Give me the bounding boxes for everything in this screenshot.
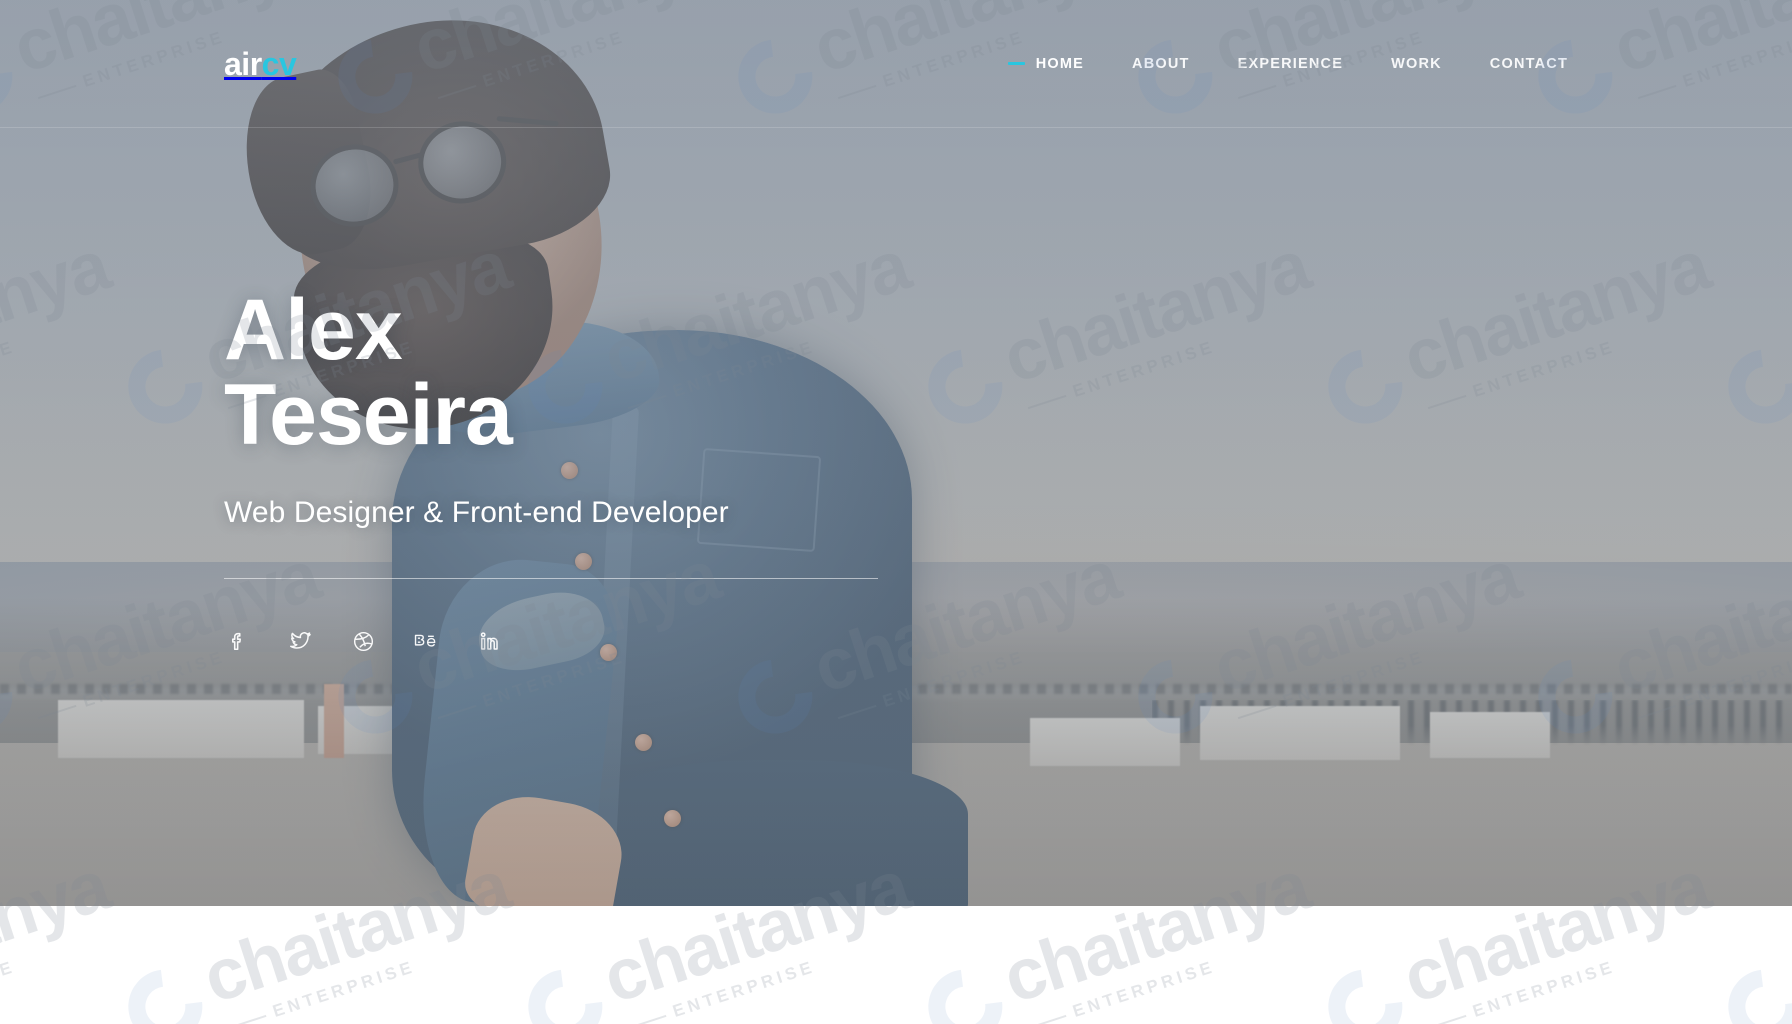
logo-text-accent: cv bbox=[261, 45, 297, 82]
facebook-icon bbox=[226, 630, 248, 652]
dribbble-icon bbox=[352, 630, 375, 653]
nav-item-about[interactable]: ABOUT bbox=[1132, 46, 1190, 82]
social-links bbox=[224, 627, 1124, 655]
logo-text-primary: air bbox=[224, 45, 262, 82]
hero-title-line-2: Teseira bbox=[224, 367, 513, 464]
social-link-dribbble[interactable] bbox=[349, 627, 377, 655]
nav-item-contact[interactable]: CONTACT bbox=[1490, 46, 1568, 82]
hero-title: Alex Teseira bbox=[224, 282, 1124, 464]
twitter-icon bbox=[288, 629, 312, 653]
nav-item-label: EXPERIENCE bbox=[1237, 55, 1344, 72]
nav-item-label: WORK bbox=[1391, 55, 1442, 72]
hero-subtitle: Web Designer & Front-end Developer bbox=[224, 496, 729, 530]
page-root: Alex Teseira Web Designer & Front-end De… bbox=[0, 0, 1792, 1024]
nav-item-work[interactable]: WORK bbox=[1391, 46, 1442, 82]
hero-title-line-1: Alex bbox=[224, 282, 403, 378]
social-link-facebook[interactable] bbox=[223, 627, 251, 655]
hero-divider bbox=[224, 578, 878, 580]
nav-item-experience[interactable]: EXPERIENCE bbox=[1238, 46, 1343, 82]
nav-item-label: ABOUT bbox=[1132, 55, 1190, 72]
social-link-behance[interactable] bbox=[412, 627, 440, 655]
active-indicator-dash bbox=[1007, 62, 1025, 65]
linkedin-icon bbox=[479, 631, 500, 652]
main-navigation: HOME ABOUT EXPERIENCE WORK CONTACT bbox=[960, 46, 1568, 82]
nav-item-label: HOME bbox=[1035, 55, 1085, 72]
hero-content: Alex Teseira Web Designer & Front-end De… bbox=[224, 282, 1124, 655]
next-section bbox=[0, 906, 1792, 1024]
social-link-linkedin[interactable] bbox=[475, 627, 503, 655]
social-link-twitter[interactable] bbox=[286, 627, 314, 655]
site-logo[interactable]: aircv bbox=[224, 45, 297, 82]
nav-item-label: CONTACT bbox=[1489, 55, 1568, 72]
behance-icon bbox=[414, 632, 439, 651]
nav-item-home[interactable]: HOME bbox=[1007, 46, 1085, 82]
site-header: aircv HOME ABOUT EXPERIENCE WORK CONTACT bbox=[0, 0, 1792, 128]
hero-section: Alex Teseira Web Designer & Front-end De… bbox=[0, 0, 1792, 906]
